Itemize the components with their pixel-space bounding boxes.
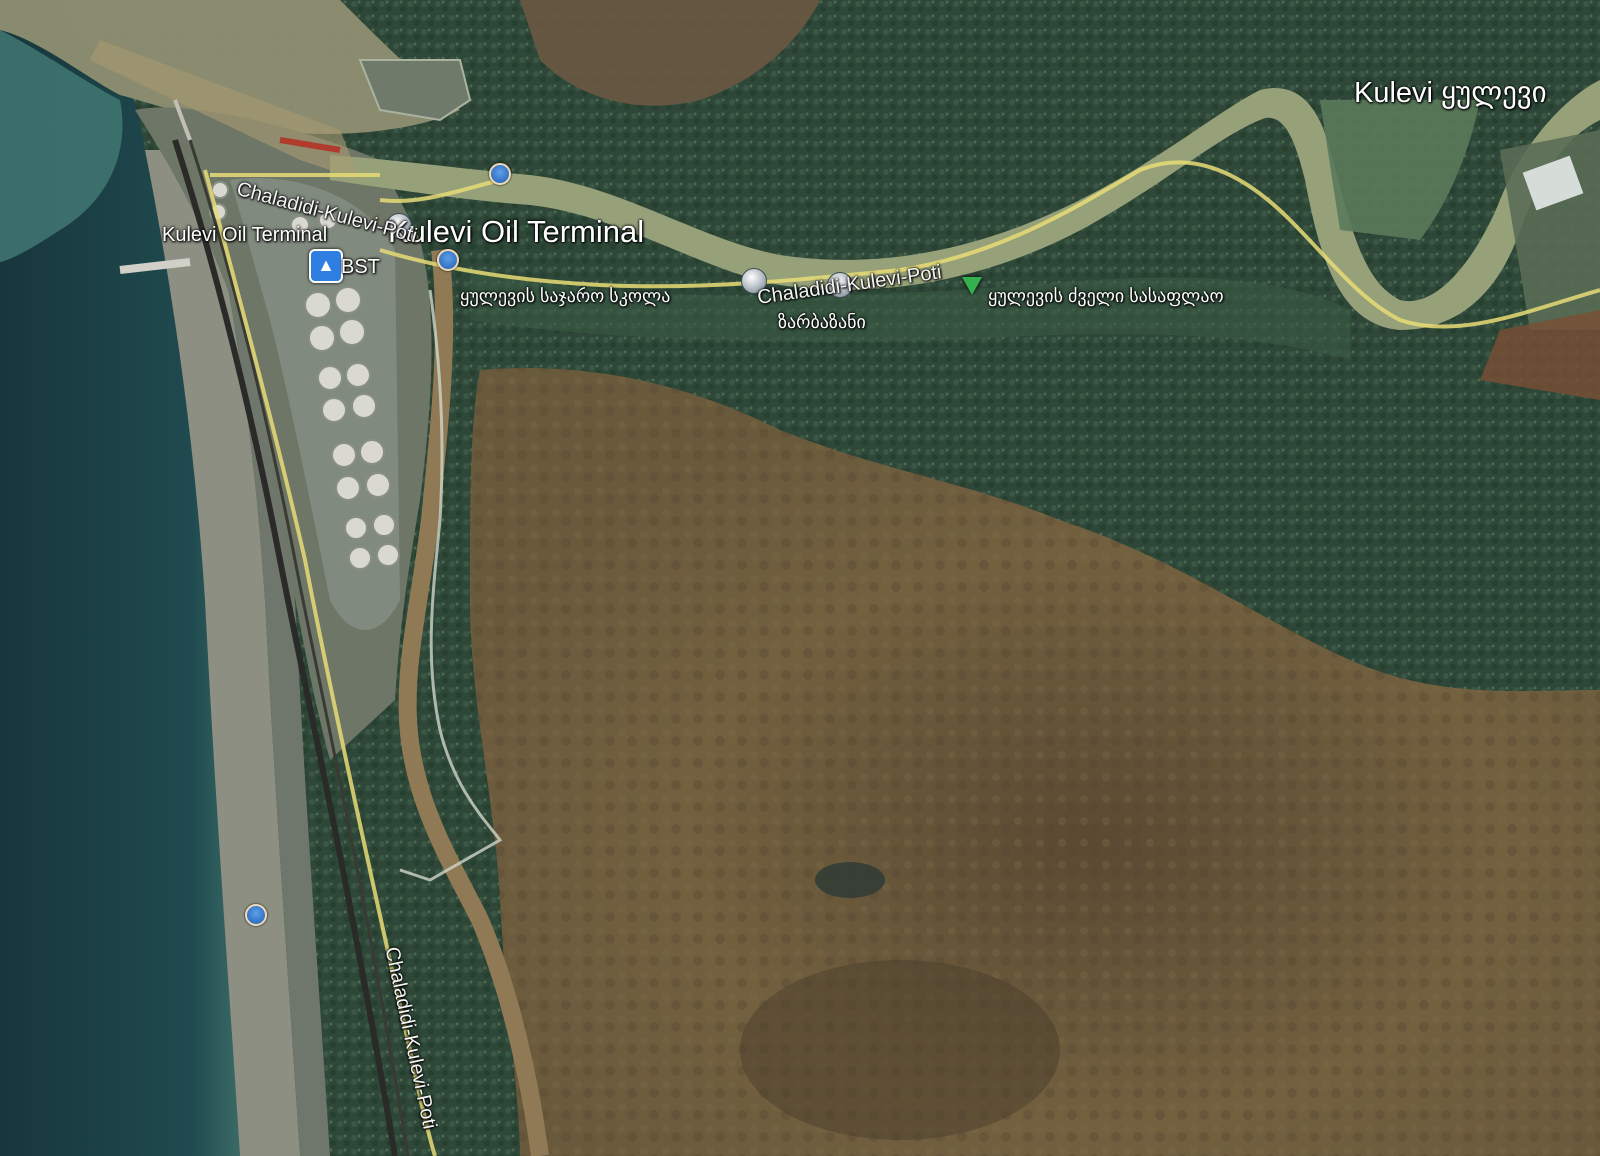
map-imagery bbox=[0, 0, 1600, 1156]
fuel-station-icon[interactable]: ▲ bbox=[309, 249, 343, 283]
cemetery-pin-icon[interactable] bbox=[962, 277, 982, 295]
place-label-oil-terminal[interactable]: Kulevi Oil Terminal bbox=[388, 214, 644, 250]
satellite-map[interactable]: ▲ Kulevi ყულევი Kulevi Oil Terminal Kule… bbox=[0, 0, 1600, 1156]
location-pin-icon[interactable] bbox=[437, 249, 459, 271]
place-label-kulevi[interactable]: Kulevi ყულევი bbox=[1354, 75, 1547, 110]
location-pin-icon[interactable] bbox=[245, 904, 267, 926]
location-pin-icon[interactable] bbox=[489, 163, 511, 185]
poi-label-zarbazani[interactable]: ზარბაზანი bbox=[778, 312, 866, 333]
place-label-oil-terminal-small[interactable]: Kulevi Oil Terminal bbox=[162, 224, 327, 247]
poi-label-cemetery[interactable]: ყულევის ძველი სასაფლაო bbox=[988, 286, 1224, 307]
poi-label-school[interactable]: ყულევის საჯარო სკოლა bbox=[460, 286, 670, 307]
place-label-bst[interactable]: BST bbox=[341, 256, 380, 279]
